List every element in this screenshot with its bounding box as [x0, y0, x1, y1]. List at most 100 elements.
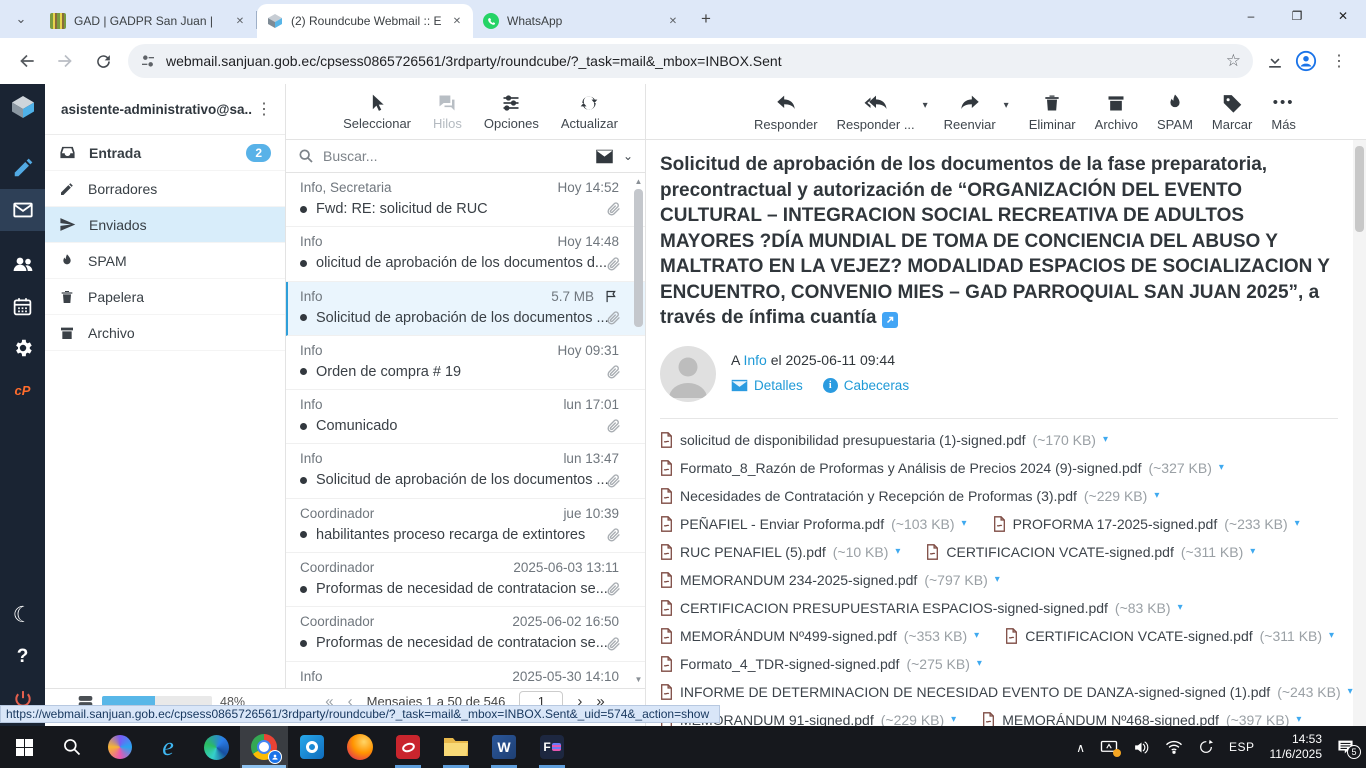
tab-roundcube[interactable]: (2) Roundcube Webmail :: Envia ✕ [257, 4, 473, 38]
threads-button[interactable]: Hilos [433, 93, 462, 131]
attachment-item[interactable]: MEMORÁNDUM Nº499-signed.pdf (~353 KB) ▾ [660, 628, 979, 644]
scroll-up-icon[interactable]: ▲ [635, 177, 643, 187]
search-input[interactable] [323, 148, 586, 164]
reply-button[interactable]: Responder [754, 92, 818, 132]
reader-scrollbar[interactable] [1353, 140, 1366, 726]
taskbar-chrome-icon[interactable] [240, 726, 288, 768]
message-row[interactable]: Coordinador 2025-06-02 16:50 Proformas de… [286, 607, 645, 662]
attachment-item[interactable]: CERTIFICACION PRESUPUESTARIA ESPACIOS-si… [660, 600, 1183, 616]
settings-gear-icon[interactable] [0, 327, 45, 369]
scrollbar-thumb[interactable] [1355, 146, 1364, 232]
search-options-chevron-icon[interactable]: ⌄ [623, 149, 633, 163]
attachment-item[interactable]: MEMORANDUM 234-2025-signed.pdf (~797 KB) ▾ [660, 572, 1000, 588]
attachment-caret-icon[interactable]: ▾ [977, 658, 982, 669]
message-row[interactable]: Info lun 13:47 Solicitud de aprobación de… [286, 444, 645, 499]
tray-language[interactable]: ESP [1229, 740, 1255, 754]
forward-caret-icon[interactable]: ▾ [1004, 100, 1009, 111]
message-row[interactable]: Info Hoy 14:48 olicitud de aprobación de … [286, 227, 645, 282]
tab-close-icon[interactable]: ✕ [232, 13, 248, 29]
attachment-caret-icon[interactable]: ▾ [1348, 686, 1353, 697]
attachment-caret-icon[interactable]: ▾ [962, 518, 967, 529]
attachment-name[interactable]: MEMORANDUM 234-2025-signed.pdf [680, 572, 917, 588]
compose-button[interactable] [0, 147, 45, 189]
folder-entrada[interactable]: Entrada 2 [45, 135, 285, 171]
attachment-caret-icon[interactable]: ▾ [974, 630, 979, 641]
tab-whatsapp[interactable]: WhatsApp ✕ [473, 4, 689, 38]
tray-volume-icon[interactable] [1133, 740, 1150, 755]
attachment-caret-icon[interactable]: ▾ [1329, 630, 1334, 641]
tab-gad[interactable]: GAD | GADPR San Juan | ✕ [40, 4, 256, 38]
cpanel-logo[interactable]: cP [0, 369, 45, 411]
help-icon[interactable]: ? [0, 636, 45, 678]
message-row[interactable]: Info lun 17:01 Comunicado [286, 390, 645, 445]
forward-button[interactable]: Reenviar ▾ [944, 92, 1009, 132]
dark-mode-icon[interactable]: ☾ [0, 594, 45, 636]
attachment-name[interactable]: RUC PENAFIEL (5).pdf [680, 544, 826, 560]
list-scrollbar[interactable]: ▲ ▼ [633, 177, 644, 685]
attachment-item[interactable]: Formato_8_Razón de Proformas y Análisis … [660, 460, 1224, 476]
taskbar-copilot-icon[interactable] [96, 726, 144, 768]
taskbar-word-icon[interactable]: W [480, 726, 528, 768]
reload-button[interactable] [86, 44, 120, 78]
taskbar-acrobat-icon[interactable] [384, 726, 432, 768]
folder-archivo[interactable]: Archivo [45, 315, 285, 351]
tray-wifi-icon[interactable] [1165, 740, 1183, 754]
attachment-caret-icon[interactable]: ▾ [1295, 518, 1300, 529]
details-link[interactable]: Detalles [731, 378, 803, 393]
folder-borradores[interactable]: Borradores [45, 171, 285, 207]
folder-menu-icon[interactable]: ⋮ [252, 99, 277, 119]
reply-all-caret-icon[interactable]: ▾ [923, 100, 928, 111]
select-button[interactable]: Seleccionar [343, 93, 411, 131]
reply-all-button[interactable]: Responder ... ▾ [837, 92, 928, 132]
attachment-item[interactable]: CERTIFICACION VCATE-signed.pdf (~311 KB) ▾ [1005, 628, 1334, 644]
attachment-name[interactable]: CERTIFICACION VCATE-signed.pdf [1025, 628, 1252, 644]
delete-button[interactable]: Eliminar [1029, 92, 1076, 132]
message-row[interactable]: Info Hoy 09:31 Orden de compra # 19 [286, 336, 645, 391]
taskbar-ie-icon[interactable]: e [144, 726, 192, 768]
refresh-button[interactable]: Actualizar [561, 93, 618, 131]
attachment-name[interactable]: MEMORÁNDUM Nº499-signed.pdf [680, 628, 897, 644]
tray-display-icon[interactable] [1100, 740, 1121, 757]
options-button[interactable]: Opciones [484, 93, 539, 131]
attachment-caret-icon[interactable]: ▾ [1219, 462, 1224, 473]
taskbar-fapp-icon[interactable]: F [528, 726, 576, 768]
folder-spam[interactable]: SPAM [45, 243, 285, 279]
window-close-button[interactable]: ✕ [1320, 0, 1366, 32]
headers-link[interactable]: i Cabeceras [822, 377, 909, 393]
attachment-caret-icon[interactable]: ▾ [895, 546, 900, 557]
taskbar-explorer-icon[interactable] [432, 726, 480, 768]
taskbar-outlook-icon[interactable] [288, 726, 336, 768]
more-button[interactable]: ••• Más [1271, 92, 1296, 132]
attachment-name[interactable]: Necesidades de Contratación y Recepción … [680, 488, 1077, 504]
attachment-item[interactable]: PROFORMA 17-2025-signed.pdf (~233 KB) ▾ [993, 516, 1300, 532]
window-restore-button[interactable]: ❐ [1274, 0, 1320, 32]
site-settings-icon[interactable] [140, 53, 156, 69]
contacts-button[interactable] [0, 243, 45, 285]
attachment-item[interactable]: Formato_4_TDR-signed-signed.pdf (~275 KB)… [660, 656, 982, 672]
forward-button[interactable] [48, 44, 82, 78]
message-row[interactable]: Info, Secretaria Hoy 14:52 Fwd: RE: solic… [286, 173, 645, 228]
tray-sync-icon[interactable] [1198, 739, 1214, 755]
scrollbar-thumb[interactable] [634, 189, 643, 327]
tab-close-icon[interactable]: ✕ [665, 13, 681, 29]
attachment-name[interactable]: CERTIFICACION VCATE-signed.pdf [946, 544, 1173, 560]
taskbar-edge-icon[interactable] [192, 726, 240, 768]
folder-enviados[interactable]: Enviados [45, 207, 285, 243]
attachment-item[interactable]: RUC PENAFIEL (5).pdf (~10 KB) ▾ [660, 544, 900, 560]
archive-button[interactable]: Archivo [1095, 92, 1138, 132]
attachment-caret-icon[interactable]: ▾ [1250, 546, 1255, 557]
spam-button[interactable]: SPAM [1157, 92, 1193, 132]
attachment-caret-icon[interactable]: ▾ [1296, 714, 1301, 725]
attachment-name[interactable]: Formato_4_TDR-signed-signed.pdf [680, 656, 899, 672]
browser-menu-icon[interactable]: ⋮ [1327, 51, 1352, 71]
attachment-name[interactable]: CERTIFICACION PRESUPUESTARIA ESPACIOS-si… [680, 600, 1108, 616]
attachment-item[interactable]: INFORME DE DETERMINACION DE NECESIDAD EV… [660, 684, 1353, 700]
message-row[interactable]: Info 2025-05-30 14:10 [286, 662, 645, 688]
back-button[interactable] [10, 44, 44, 78]
message-row-selected[interactable]: Info 5.7 MB Solicitud de aprobación de lo… [286, 281, 645, 336]
external-link-icon[interactable] [882, 312, 899, 328]
folder-papelera[interactable]: Papelera [45, 279, 285, 315]
url-bar[interactable]: webmail.sanjuan.gob.ec/cpsess0865726561/… [128, 44, 1253, 78]
attachment-item[interactable]: solicitud de disponibilidad presupuestar… [660, 432, 1108, 448]
taskbar-search-icon[interactable] [48, 726, 96, 768]
